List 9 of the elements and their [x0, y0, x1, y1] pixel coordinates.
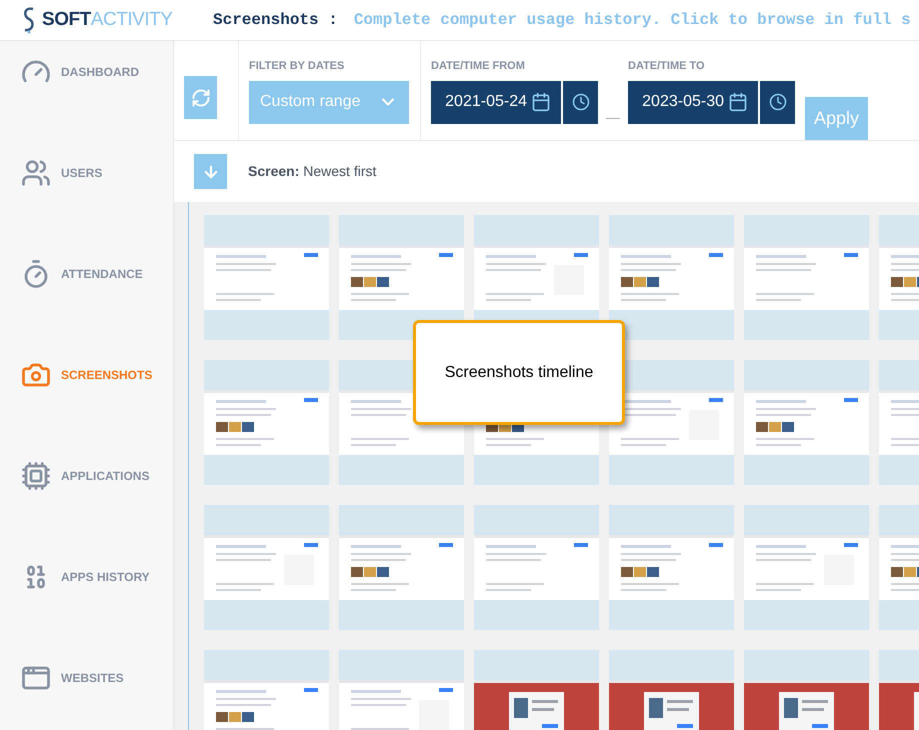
- page-title: Screenshots :: [213, 10, 338, 31]
- field-label: FILTER BY DATES: [249, 59, 346, 74]
- field-label: DATE/TIME TO: [628, 59, 706, 74]
- sort-label: Screen: Newest first: [248, 162, 376, 181]
- field-label: DATE/TIME FROM: [431, 59, 526, 74]
- range-separator: —: [606, 108, 620, 127]
- callout-text: Screenshots timeline: [444, 362, 594, 382]
- page-subtitle: Complete computer usage history. Click to browse in full s: [354, 10, 911, 31]
- logo-text: SOFTACTIVITY: [42, 8, 172, 32]
